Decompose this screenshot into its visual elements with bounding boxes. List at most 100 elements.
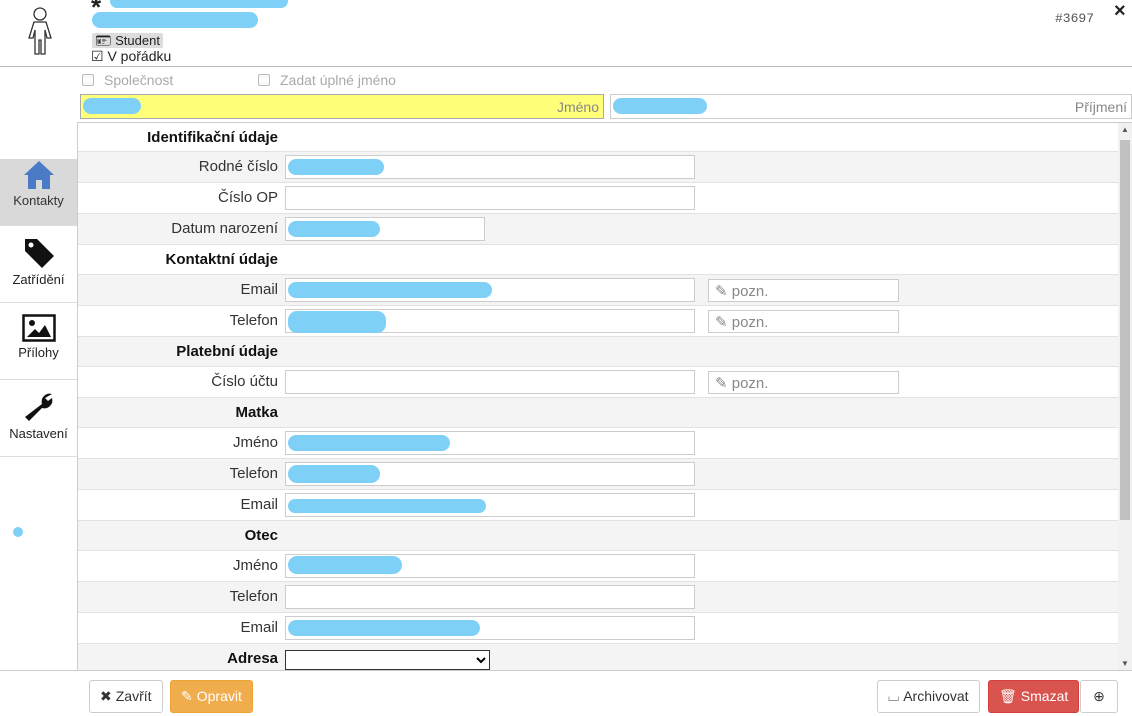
section-title: Adresa bbox=[227, 650, 278, 667]
section-mother: Matka bbox=[78, 398, 1119, 428]
checkbox-checked-icon: ☑ bbox=[91, 48, 104, 64]
row-father-name: Jméno bbox=[78, 551, 1119, 582]
sidebar-item-label: Zatřídění bbox=[12, 272, 65, 287]
company-label: Společnost bbox=[104, 72, 174, 88]
field-label: Číslo účtu bbox=[211, 373, 278, 390]
archive-button[interactable]: ⌴ Archivovat bbox=[877, 680, 980, 713]
email-note-input[interactable]: ✎ pozn. bbox=[708, 279, 899, 302]
trash-icon: 🗑︎ bbox=[999, 688, 1017, 704]
button-label: Opravit bbox=[196, 688, 242, 704]
redacted-name bbox=[110, 0, 288, 8]
last-name-input[interactable]: Příjmení bbox=[610, 94, 1132, 119]
record-id: #3697 bbox=[1055, 11, 1095, 26]
id-card-icon: 🪪︎ bbox=[95, 33, 112, 48]
delete-button[interactable]: 🗑︎ Smazat bbox=[988, 680, 1080, 713]
lifebuoy-icon: ⊕ bbox=[1093, 688, 1105, 704]
section-address: Adresa bbox=[78, 644, 1119, 670]
redacted-value bbox=[288, 556, 402, 574]
section-title: Kontaktní údaje bbox=[165, 251, 278, 268]
redacted-value bbox=[288, 620, 480, 636]
row-birth-date: Datum narození bbox=[78, 214, 1119, 245]
help-button[interactable]: ⊕ bbox=[1080, 680, 1118, 713]
status-indicator: ☑ V pořádku bbox=[91, 48, 171, 65]
phone-note-input[interactable]: ✎ pozn. bbox=[708, 310, 899, 333]
edit-icon: ✎ bbox=[181, 688, 193, 704]
company-checkbox[interactable] bbox=[82, 74, 94, 86]
sidebar-item-attachments[interactable]: Přílohy bbox=[0, 313, 77, 380]
field-label: Email bbox=[240, 496, 278, 513]
company-option[interactable]: Společnost bbox=[82, 72, 173, 88]
scrollbar[interactable]: ▲ ▼ bbox=[1118, 123, 1132, 670]
account-note-input[interactable]: ✎ pozn. bbox=[708, 371, 899, 394]
inbox-icon: ⌴ bbox=[888, 688, 900, 704]
redacted-value bbox=[83, 98, 141, 114]
scroll-thumb[interactable] bbox=[1120, 140, 1130, 520]
person-icon bbox=[28, 7, 52, 55]
section-title: Identifikační údaje bbox=[147, 129, 278, 146]
sidebar-item-classification[interactable]: Zatřídění bbox=[0, 236, 77, 303]
row-account: Číslo účtu ✎ pozn. bbox=[78, 367, 1119, 398]
full-name-checkbox[interactable] bbox=[258, 74, 270, 86]
redacted-value bbox=[288, 435, 450, 451]
pencil-icon: ✎ bbox=[715, 314, 728, 331]
row-email: Email ✎ pozn. bbox=[78, 275, 1119, 306]
contact-form: Identifikační údaje Rodné číslo Číslo OP… bbox=[77, 122, 1132, 670]
student-badge: 🪪︎ Student bbox=[92, 33, 163, 48]
section-title: Platební údaje bbox=[176, 343, 278, 360]
father-phone-input[interactable] bbox=[285, 585, 695, 609]
last-name-label: Příjmení bbox=[1074, 99, 1127, 115]
scroll-up-icon[interactable]: ▲ bbox=[1121, 125, 1129, 134]
status-label: V pořádku bbox=[107, 48, 172, 64]
sidebar-item-settings[interactable]: Nastavení bbox=[0, 390, 77, 457]
field-label: Číslo OP bbox=[217, 189, 278, 206]
pencil-icon: ✎ bbox=[715, 283, 728, 300]
wrench-icon bbox=[24, 393, 52, 421]
edit-button[interactable]: ✎ Opravit bbox=[170, 680, 253, 713]
first-name-label: Jméno bbox=[556, 99, 599, 115]
field-label: Email bbox=[240, 619, 278, 636]
row-father-email: Email bbox=[78, 613, 1119, 644]
full-name-option[interactable]: Zadat úplné jméno bbox=[258, 72, 396, 88]
row-mother-email: Email bbox=[78, 490, 1119, 521]
address-select[interactable] bbox=[285, 650, 490, 670]
sidebar: Kontakty Zatřídění Přílohy Nastavení bbox=[0, 149, 77, 457]
sidebar-item-label: Přílohy bbox=[18, 345, 59, 360]
status-dot bbox=[13, 527, 23, 537]
section-father: Otec bbox=[78, 521, 1119, 551]
note-placeholder: pozn. bbox=[731, 283, 769, 300]
redacted-value bbox=[288, 282, 492, 298]
row-mother-phone: Telefon bbox=[78, 459, 1119, 490]
close-icon[interactable]: × bbox=[1114, 0, 1126, 23]
row-phone: Telefon ✎ pozn. bbox=[78, 306, 1119, 337]
image-icon bbox=[21, 314, 56, 342]
close-circle-icon: ✖ bbox=[100, 688, 112, 704]
section-title: Otec bbox=[244, 527, 278, 544]
redacted-value bbox=[288, 159, 384, 175]
redacted-value bbox=[288, 311, 386, 333]
pencil-icon: ✎ bbox=[715, 375, 728, 392]
record-header: * 🪪︎ Student ☑ V pořádku #3697 × bbox=[0, 0, 1132, 67]
sidebar-item-contacts[interactable]: Kontakty bbox=[0, 159, 77, 226]
close-button[interactable]: ✖ Zavřít bbox=[89, 680, 163, 713]
section-title: Matka bbox=[235, 404, 278, 421]
account-input[interactable] bbox=[285, 370, 695, 394]
field-label: Rodné číslo bbox=[198, 158, 278, 175]
note-placeholder: pozn. bbox=[731, 314, 769, 331]
full-name-label: Zadat úplné jméno bbox=[280, 72, 396, 88]
button-label: Archivovat bbox=[903, 688, 969, 704]
row-birth-number: Rodné číslo bbox=[78, 152, 1119, 183]
sidebar-item-label: Kontakty bbox=[13, 193, 64, 208]
id-card-input[interactable] bbox=[285, 186, 695, 210]
first-name-input[interactable]: Jméno bbox=[80, 94, 604, 119]
field-label: Telefon bbox=[229, 588, 278, 605]
redacted-subtitle bbox=[92, 12, 258, 28]
section-payment: Platební údaje bbox=[78, 337, 1119, 367]
button-label: Smazat bbox=[1020, 688, 1069, 704]
section-contact: Kontaktní údaje bbox=[78, 245, 1119, 275]
redacted-value bbox=[288, 221, 380, 237]
sidebar-item-label: Nastavení bbox=[9, 426, 68, 441]
redacted-value bbox=[288, 499, 486, 513]
scroll-down-icon[interactable]: ▼ bbox=[1121, 659, 1129, 668]
tag-icon bbox=[24, 239, 54, 268]
field-label: Telefon bbox=[229, 312, 278, 329]
